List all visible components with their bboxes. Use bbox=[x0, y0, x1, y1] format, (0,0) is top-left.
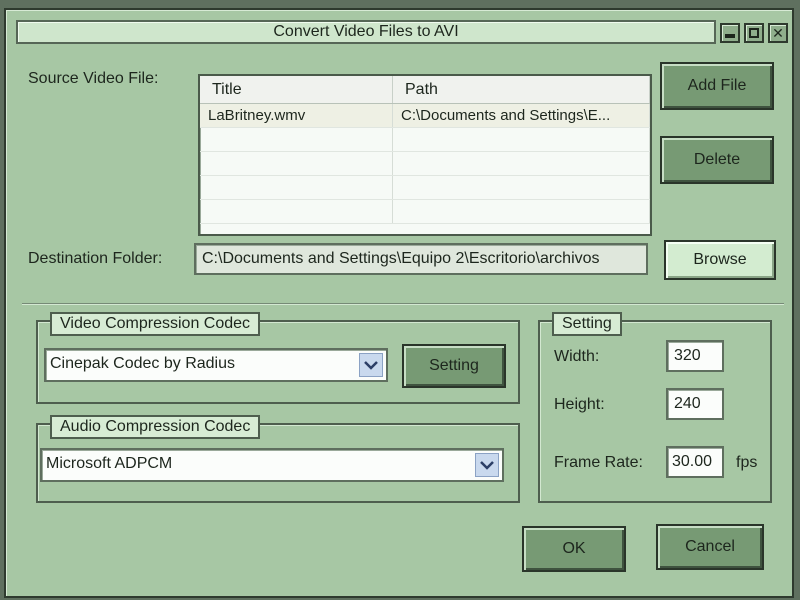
convert-dialog: Convert Video Files to AVI ✕ Source Vide… bbox=[4, 8, 794, 598]
ok-label: OK bbox=[562, 540, 586, 557]
video-setting-label: Setting bbox=[429, 357, 479, 374]
maximize-glyph bbox=[749, 28, 759, 38]
chevron-down-icon[interactable] bbox=[475, 453, 499, 477]
video-setting-button[interactable]: Setting bbox=[402, 344, 506, 388]
row-path-cell bbox=[393, 152, 650, 175]
destination-folder-field[interactable]: C:\Documents and Settings\Equipo 2\Escri… bbox=[194, 243, 648, 275]
cancel-button[interactable]: Cancel bbox=[656, 524, 764, 570]
minimize-glyph bbox=[725, 34, 735, 38]
destination-label: Destination Folder: bbox=[28, 250, 163, 267]
table-row[interactable] bbox=[200, 128, 650, 152]
table-row[interactable] bbox=[200, 176, 650, 200]
audio-codec-select[interactable]: Microsoft ADPCM bbox=[40, 448, 504, 482]
close-icon[interactable]: ✕ bbox=[768, 23, 788, 43]
setting-group-title: Setting bbox=[552, 312, 622, 336]
window-title[interactable]: Convert Video Files to AVI bbox=[16, 20, 716, 44]
column-header-title[interactable]: Title bbox=[200, 76, 393, 103]
ok-button[interactable]: OK bbox=[522, 526, 626, 572]
fps-unit-label: fps bbox=[736, 454, 758, 471]
add-file-button[interactable]: Add File bbox=[660, 62, 774, 110]
frame-rate-label: Frame Rate: bbox=[554, 454, 643, 471]
video-codec-selected: Cinepak Codec by Radius bbox=[50, 355, 235, 372]
list-header: Title Path bbox=[200, 76, 650, 104]
source-label: Source Video File: bbox=[28, 70, 159, 87]
browse-label: Browse bbox=[693, 251, 747, 268]
row-title-cell: LaBritney.wmv bbox=[200, 104, 393, 127]
height-label: Height: bbox=[554, 396, 605, 413]
width-label: Width: bbox=[554, 348, 600, 365]
delete-label: Delete bbox=[693, 151, 741, 168]
row-path-cell bbox=[393, 128, 650, 151]
row-title-cell bbox=[200, 152, 393, 175]
close-glyph: ✕ bbox=[772, 25, 784, 41]
row-path-cell bbox=[393, 200, 650, 223]
row-path-cell bbox=[393, 176, 650, 199]
row-title-cell bbox=[200, 176, 393, 199]
video-codec-group-title: Video Compression Codec bbox=[50, 312, 261, 336]
video-codec-select[interactable]: Cinepak Codec by Radius bbox=[44, 348, 388, 382]
width-field[interactable]: 320 bbox=[666, 340, 724, 372]
cancel-label: Cancel bbox=[685, 538, 735, 555]
table-row[interactable] bbox=[200, 152, 650, 176]
delete-button[interactable]: Delete bbox=[660, 136, 774, 184]
add-file-label: Add File bbox=[687, 77, 747, 94]
table-row[interactable] bbox=[200, 200, 650, 224]
height-field[interactable]: 240 bbox=[666, 388, 724, 420]
audio-codec-group-title: Audio Compression Codec bbox=[50, 415, 261, 439]
chevron-down-icon[interactable] bbox=[359, 353, 383, 377]
minimize-icon[interactable] bbox=[720, 23, 740, 43]
section-divider bbox=[22, 303, 784, 305]
maximize-icon[interactable] bbox=[744, 23, 764, 43]
row-title-cell bbox=[200, 200, 393, 223]
table-row[interactable]: LaBritney.wmv C:\Documents and Settings\… bbox=[200, 104, 650, 128]
frame-rate-field[interactable]: 30.00 bbox=[666, 446, 724, 478]
source-file-list[interactable]: Title Path LaBritney.wmv C:\Documents an… bbox=[198, 74, 652, 236]
row-path-cell: C:\Documents and Settings\E... bbox=[393, 104, 650, 127]
audio-codec-selected: Microsoft ADPCM bbox=[46, 455, 173, 472]
browse-button[interactable]: Browse bbox=[664, 240, 776, 280]
row-title-cell bbox=[200, 128, 393, 151]
column-header-path[interactable]: Path bbox=[393, 76, 650, 103]
